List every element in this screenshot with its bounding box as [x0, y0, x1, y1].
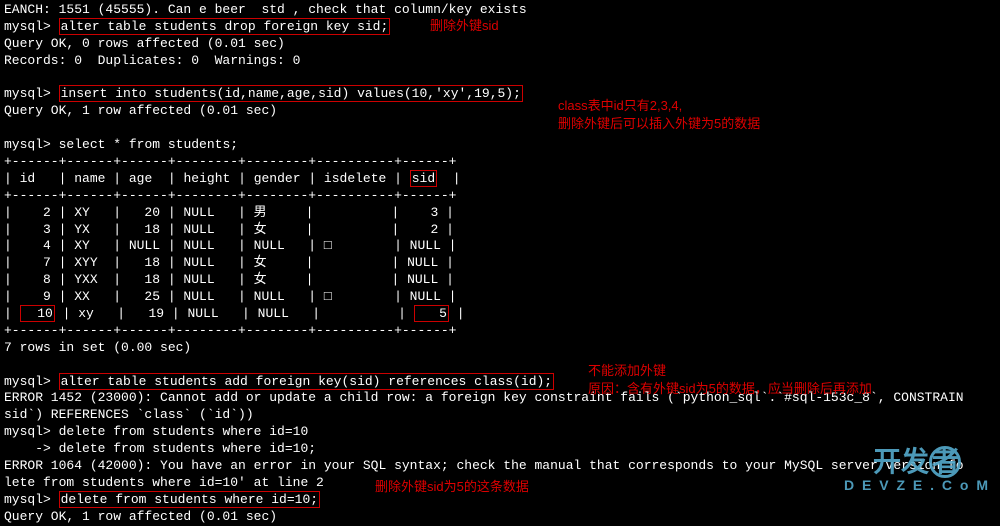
error-1b: sid`) REFERENCES `class` (`id`)): [4, 407, 996, 424]
result-2: Query OK, 1 row affected (0.01 sec): [4, 103, 996, 120]
cmd-line-2: mysql> insert into students(id,name,age,…: [4, 86, 996, 103]
blank: [4, 70, 996, 87]
sql-delete-1: delete from students where id=10: [59, 424, 309, 439]
table-row: | 8 | YXX | 18 | NULL | 女 | | NULL |: [4, 272, 996, 289]
sql-insert: insert into students(id,name,age,sid) va…: [59, 85, 523, 102]
table-header: | id | name | age | height | gender | is…: [4, 171, 996, 188]
table-row: | 3 | YX | 18 | NULL | 女 | | 2 |: [4, 222, 996, 239]
sql-add-fk: alter table students add foreign key(sid…: [59, 373, 554, 390]
prompt: mysql>: [4, 137, 51, 152]
annotation-6: 删除外键sid为5的这条数据: [375, 479, 529, 496]
cmd-line-3: mysql> select * from students;: [4, 137, 996, 154]
annotation-4b: 原因：含有外键sid为5的数据，应当删除后再添加: [588, 381, 872, 398]
col-sid-highlight: sid: [410, 170, 437, 187]
table-row: | 2 | XY | 20 | NULL | 男 | | 3 |: [4, 205, 996, 222]
table-row: | 4 | XY | NULL | NULL | NULL | □ | NULL…: [4, 238, 996, 255]
table-row: | 9 | XX | 25 | NULL | NULL | □ | NULL |: [4, 289, 996, 306]
table-border-mid: +------+------+------+--------+--------+…: [4, 188, 996, 205]
cell-sid-5: 5: [414, 305, 449, 322]
prompt: mysql>: [4, 374, 51, 389]
table-border-bot: +------+------+------+--------+--------+…: [4, 323, 996, 340]
annotation-4a: 不能添加外键: [588, 363, 666, 380]
annotation-1: 删除外键sid: [430, 18, 499, 35]
cell-id-10: 10: [20, 305, 55, 322]
result-6: Query OK, 1 row affected (0.01 sec): [4, 509, 996, 526]
table-row: | 10 | xy | 19 | NULL | NULL | | 5 |: [4, 306, 996, 323]
result-3: 7 rows in set (0.00 sec): [4, 340, 996, 357]
sql-select: select * from students;: [59, 137, 238, 152]
annotation-2b: 删除外键后可以插入外键为5的数据: [558, 116, 760, 133]
prompt: mysql>: [4, 86, 51, 101]
annotation-2a: class表中id只有2,3,4,: [558, 98, 682, 115]
table-border-top: +------+------+------+--------+--------+…: [4, 154, 996, 171]
cmd-line-5: mysql> delete from students where id=10: [4, 424, 996, 441]
result-1a: Query OK, 0 rows affected (0.01 sec): [4, 36, 996, 53]
sql-drop-fk: alter table students drop foreign key si…: [59, 18, 391, 35]
table-row: | 7 | XYY | 18 | NULL | 女 | | NULL |: [4, 255, 996, 272]
prompt: mysql>: [4, 492, 51, 507]
cmd-line-1: mysql> alter table students drop foreign…: [4, 19, 996, 36]
blank: [4, 120, 996, 137]
truncated-line: EANCH: 1551 (45555). Can e beer std , ch…: [4, 2, 996, 19]
watermark: 开发者 D E V Z E . C o M: [844, 446, 990, 492]
sql-delete-2: delete from students where id=10;: [59, 491, 320, 508]
prompt: mysql>: [4, 19, 51, 34]
result-1b: Records: 0 Duplicates: 0 Warnings: 0: [4, 53, 996, 70]
blank: [4, 357, 996, 374]
prompt: mysql>: [4, 424, 51, 439]
